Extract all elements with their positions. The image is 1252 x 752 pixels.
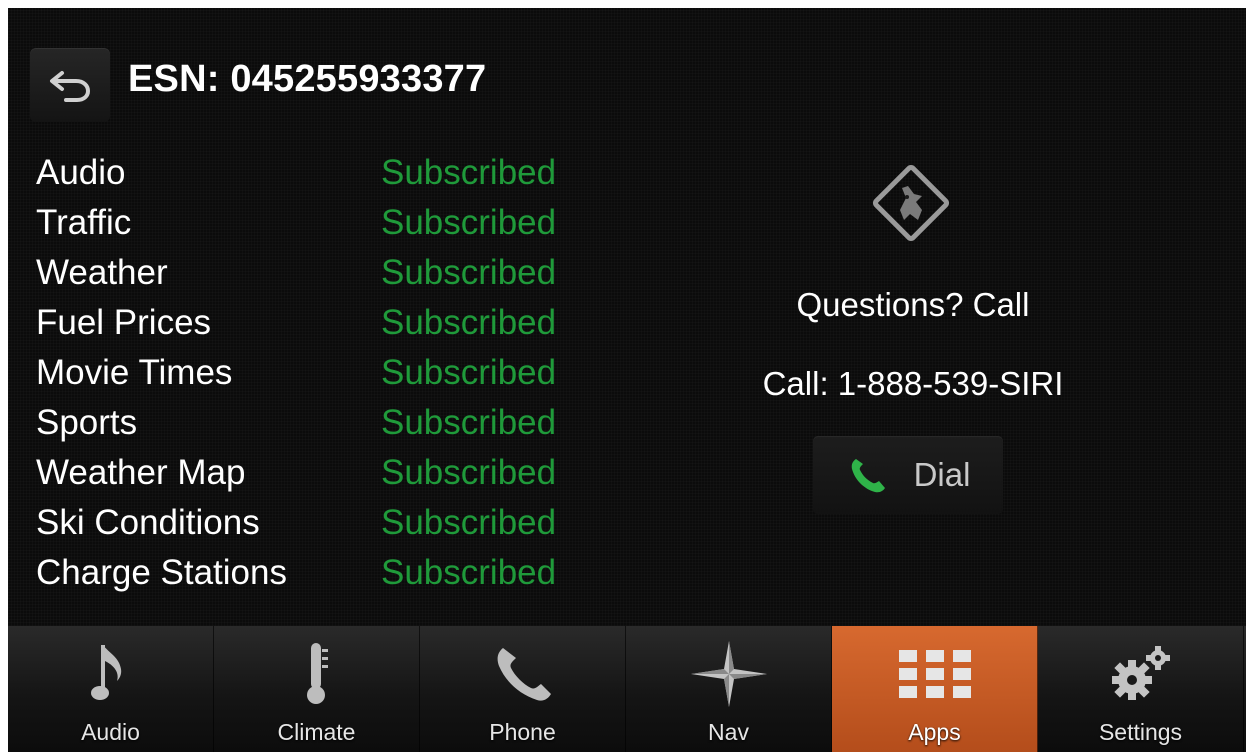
sirius-subscription-screen: ESN: 045255933377 Audio Subscribed Traff… (8, 8, 1246, 752)
tab-label: Climate (277, 719, 356, 745)
service-name: Weather Map (36, 453, 246, 492)
service-status: Subscribed (381, 153, 557, 192)
service-status: Subscribed (381, 403, 557, 442)
tab-phone[interactable]: Phone (420, 626, 626, 752)
thermometer-icon (306, 643, 328, 704)
tab-audio[interactable]: Audio (8, 626, 214, 752)
dial-button[interactable]: Dial (813, 436, 1003, 514)
tab-label: Nav (708, 719, 749, 745)
tab-nav[interactable]: Nav (626, 626, 832, 752)
tab-apps[interactable]: Apps (832, 626, 1038, 752)
tab-label: Apps (908, 719, 961, 745)
support-phone-number: Call: 1-888-539-SIRI (762, 365, 1064, 402)
service-status: Subscribed (381, 553, 557, 592)
phone-icon (851, 459, 885, 493)
service-name: Ski Conditions (36, 503, 260, 542)
tab-label: Settings (1098, 719, 1183, 745)
sirius-dog-logo-icon (872, 164, 950, 242)
list-item: Traffic Subscribed (36, 198, 636, 248)
service-status: Subscribed (381, 453, 557, 492)
tab-settings[interactable]: Settings (1038, 626, 1244, 752)
subscription-list: Audio Subscribed Traffic Subscribed Weat… (36, 148, 636, 598)
questions-text: Questions? Call (796, 286, 1030, 323)
service-status: Subscribed (381, 253, 557, 292)
list-item: Weather Subscribed (36, 248, 636, 298)
compass-star-icon (690, 641, 767, 707)
list-item: Fuel Prices Subscribed (36, 298, 636, 348)
tab-label: Audio (81, 719, 140, 745)
tab-climate[interactable]: Climate (214, 626, 420, 752)
bottom-nav-bar: Audio Climate Phone Nav Apps Settings (8, 626, 1246, 752)
list-item: Audio Subscribed (36, 148, 636, 198)
back-button[interactable] (30, 48, 110, 122)
service-name: Fuel Prices (36, 303, 212, 342)
list-item: Movie Times Subscribed (36, 348, 636, 398)
service-name: Charge Stations (36, 553, 287, 592)
service-name: Weather (36, 253, 168, 292)
apps-grid-icon (898, 650, 971, 698)
list-item: Weather Map Subscribed (36, 448, 636, 498)
service-name: Traffic (36, 203, 132, 242)
list-item: Ski Conditions Subscribed (36, 498, 636, 548)
esn-title: ESN: 045255933377 (128, 58, 487, 100)
phone-handset-icon (497, 648, 551, 701)
service-status: Subscribed (381, 353, 557, 392)
service-status: Subscribed (381, 303, 557, 342)
service-status: Subscribed (381, 203, 557, 242)
back-arrow-icon (50, 71, 91, 102)
service-name: Movie Times (36, 353, 233, 392)
list-item: Charge Stations Subscribed (36, 548, 636, 598)
dial-label: Dial (913, 456, 971, 493)
service-status: Subscribed (381, 503, 557, 542)
service-name: Sports (36, 403, 138, 442)
list-item: Sports Subscribed (36, 398, 636, 448)
tab-label: Phone (489, 719, 556, 745)
gears-icon (1111, 646, 1170, 700)
service-name: Audio (36, 153, 126, 192)
music-note-icon (90, 645, 121, 700)
